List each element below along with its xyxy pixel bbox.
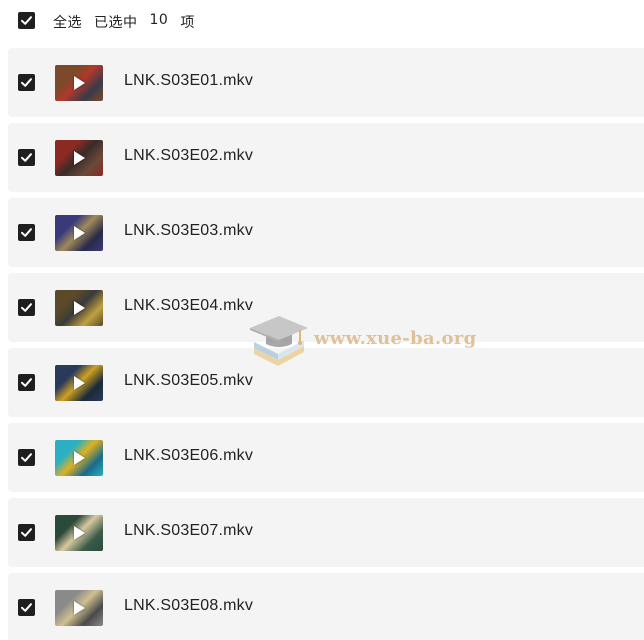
file-row[interactable]: LNK.S03E08.mkv bbox=[8, 573, 644, 640]
file-row[interactable]: LNK.S03E05.mkv bbox=[8, 348, 644, 417]
select-all-label[interactable]: 全选 bbox=[53, 12, 82, 32]
video-thumbnail bbox=[55, 290, 103, 326]
file-checkbox[interactable] bbox=[18, 299, 35, 316]
file-checkbox[interactable] bbox=[18, 599, 35, 616]
video-thumbnail bbox=[55, 590, 103, 626]
play-icon bbox=[74, 226, 85, 240]
file-row[interactable]: LNK.S03E03.mkv bbox=[8, 198, 644, 267]
selected-prefix: 已选中 bbox=[94, 15, 138, 31]
file-checkbox[interactable] bbox=[18, 74, 35, 91]
checkmark-icon bbox=[21, 378, 32, 387]
file-selection-page: 全选 已选中 10 项 LNK.S03E01.mkv LNK.S03E02.mkv… bbox=[0, 0, 644, 640]
file-row[interactable]: LNK.S03E01.mkv bbox=[8, 48, 644, 117]
file-checkbox[interactable] bbox=[18, 149, 35, 166]
file-row[interactable]: LNK.S03E02.mkv bbox=[8, 123, 644, 192]
file-checkbox[interactable] bbox=[18, 524, 35, 541]
file-row[interactable]: LNK.S03E06.mkv bbox=[8, 423, 644, 492]
file-name: LNK.S03E08.mkv bbox=[124, 597, 254, 614]
file-row[interactable]: LNK.S03E07.mkv bbox=[8, 498, 644, 567]
file-list: LNK.S03E01.mkv LNK.S03E02.mkv LNK.S03E03.m… bbox=[8, 48, 644, 640]
file-name: LNK.S03E06.mkv bbox=[124, 447, 254, 464]
selected-count: 10 bbox=[149, 12, 169, 28]
video-thumbnail bbox=[55, 65, 103, 101]
file-name: LNK.S03E05.mkv bbox=[124, 372, 254, 389]
file-name: LNK.S03E03.mkv bbox=[124, 222, 254, 239]
selected-suffix: 项 bbox=[180, 15, 195, 31]
selection-header: 全选 已选中 10 项 bbox=[0, 0, 644, 42]
video-thumbnail bbox=[55, 515, 103, 551]
checkmark-icon bbox=[21, 528, 32, 537]
selection-summary: 全选 已选中 10 项 bbox=[53, 12, 195, 32]
file-checkbox[interactable] bbox=[18, 449, 35, 466]
video-thumbnail bbox=[55, 140, 103, 176]
play-icon bbox=[74, 76, 85, 90]
file-name: LNK.S03E04.mkv bbox=[124, 297, 254, 314]
checkmark-icon bbox=[21, 78, 32, 87]
play-icon bbox=[74, 376, 85, 390]
file-name: LNK.S03E07.mkv bbox=[124, 522, 254, 539]
play-icon bbox=[74, 526, 85, 540]
video-thumbnail bbox=[55, 440, 103, 476]
video-thumbnail bbox=[55, 215, 103, 251]
checkmark-icon bbox=[21, 303, 32, 312]
file-name: LNK.S03E01.mkv bbox=[124, 72, 254, 89]
file-row[interactable]: LNK.S03E04.mkv bbox=[8, 273, 644, 342]
checkmark-icon bbox=[21, 153, 32, 162]
play-icon bbox=[74, 601, 85, 615]
video-thumbnail bbox=[55, 365, 103, 401]
play-icon bbox=[74, 451, 85, 465]
checkmark-icon bbox=[21, 16, 32, 25]
file-checkbox[interactable] bbox=[18, 374, 35, 391]
file-name: LNK.S03E02.mkv bbox=[124, 147, 254, 164]
checkmark-icon bbox=[21, 228, 32, 237]
play-icon bbox=[74, 151, 85, 165]
checkmark-icon bbox=[21, 453, 32, 462]
select-all-checkbox[interactable] bbox=[18, 12, 35, 29]
play-icon bbox=[74, 301, 85, 315]
file-checkbox[interactable] bbox=[18, 224, 35, 241]
checkmark-icon bbox=[21, 603, 32, 612]
